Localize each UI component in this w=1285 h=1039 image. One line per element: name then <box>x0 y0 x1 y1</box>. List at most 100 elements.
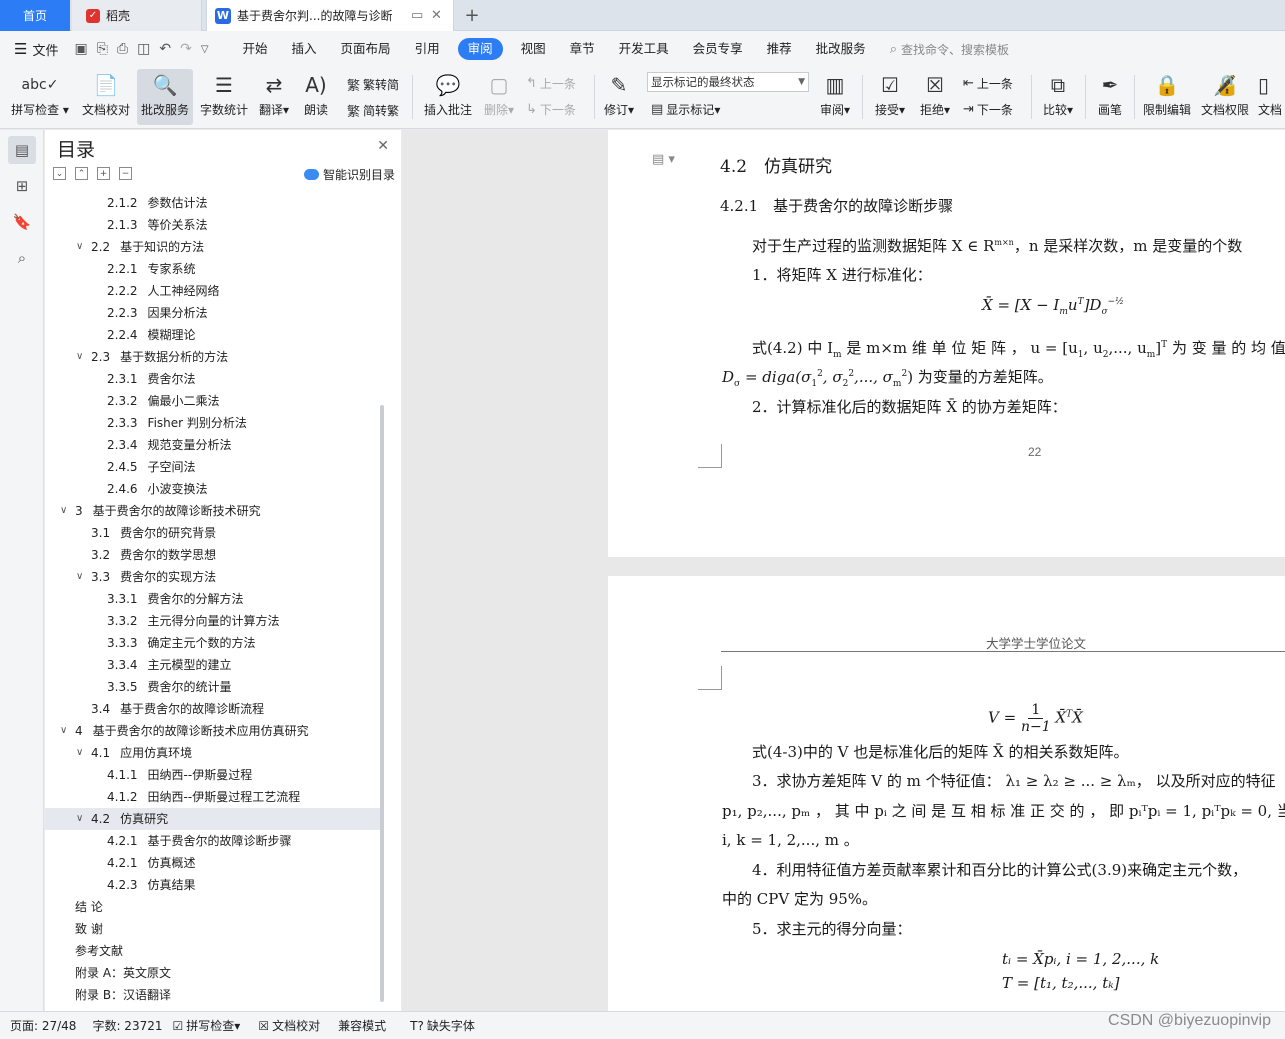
toc-item[interactable]: 2.3.2 偏最小二乘法 <box>45 390 381 412</box>
redo-icon[interactable]: ↷ <box>180 41 192 57</box>
track-changes-button[interactable]: ✎ 修订▾ <box>600 69 638 125</box>
remove-heading-icon[interactable]: − <box>119 167 132 180</box>
toc-item[interactable]: 3.3.4 主元模型的建立 <box>45 654 381 676</box>
chevron-down-icon[interactable]: ∨ <box>76 808 83 830</box>
word-count-button[interactable]: ☰ 字数统计 <box>197 69 251 125</box>
toc-item[interactable]: 2.4.5 子空间法 <box>45 456 381 478</box>
customize-dropdown-icon[interactable]: ▽ <box>201 44 209 55</box>
toc-item[interactable]: ∨ 2.3 基于数据分析的方法 <box>45 346 381 368</box>
toc-item[interactable]: ∨ 3.3 费舍尔的实现方法 <box>45 566 381 588</box>
section-nav-icon[interactable]: ⊞ <box>8 172 36 200</box>
chevron-down-icon[interactable]: ∨ <box>76 346 83 368</box>
tab-view[interactable]: 视图 <box>509 38 558 60</box>
translate-button[interactable]: ⇄ 翻译▾ <box>256 69 292 125</box>
toc-item[interactable]: 4.1.1 田纳西--伊斯曼过程 <box>45 764 381 786</box>
close-icon[interactable]: ✕ <box>377 138 389 154</box>
compat-mode-status[interactable]: 兼容模式 <box>338 1017 386 1034</box>
toc-item[interactable]: 附录 A：英文原文 <box>45 962 381 984</box>
toc-item[interactable]: 3.2 费舍尔的数学思想 <box>45 544 381 566</box>
page-count[interactable]: 页面: 27/48 <box>10 1017 76 1034</box>
print-icon[interactable]: ⎙ <box>117 41 128 57</box>
add-heading-icon[interactable]: + <box>97 167 110 180</box>
tab-page-layout[interactable]: 页面布局 <box>329 38 403 60</box>
toc-item[interactable]: 结 论 <box>45 896 381 918</box>
tab-restore-icon[interactable]: ▭ <box>411 8 423 23</box>
undo-icon[interactable]: ↶ <box>159 41 171 57</box>
toc-item[interactable]: 3.4 基于费舍尔的故障诊断流程 <box>45 698 381 720</box>
collapse-all-icon[interactable]: ⌃ <box>75 167 88 180</box>
missing-font-status[interactable]: T? 缺失字体 <box>410 1017 475 1034</box>
toc-item[interactable]: 3.3.2 主元得分向量的计算方法 <box>45 610 381 632</box>
chevron-down-icon[interactable]: ∨ <box>76 236 83 258</box>
prev-comment-button[interactable]: ↰ 上一条 <box>526 75 576 92</box>
export-pdf-icon[interactable]: ⎘ <box>97 41 108 57</box>
print-preview-icon[interactable]: ◫ <box>137 41 150 57</box>
tab-close-icon[interactable]: ✕ <box>431 8 442 23</box>
toc-item[interactable]: ∨ 4.1 应用仿真环境 <box>45 742 381 764</box>
toc-item[interactable]: 2.2.2 人工神经网络 <box>45 280 381 302</box>
toc-item[interactable]: 2.1.3 等价关系法 <box>45 214 381 236</box>
tab-review[interactable]: 审阅 <box>457 38 503 60</box>
toc-item[interactable]: 2.3.3 Fisher 判别分析法 <box>45 412 381 434</box>
toc-item[interactable]: 2.3.4 规范变量分析法 <box>45 434 381 456</box>
show-markup-button[interactable]: ▤ 显示标记 ▾ <box>651 101 720 118</box>
toc-item[interactable]: 2.2.1 专家系统 <box>45 258 381 280</box>
chevron-down-icon[interactable]: ∨ <box>76 566 83 588</box>
prev-change-button[interactable]: ⇤ 上一条 <box>963 75 1013 92</box>
next-comment-button[interactable]: ↳ 下一条 <box>526 101 576 118</box>
tab-home[interactable]: 首页 <box>0 0 70 31</box>
tab-recommend[interactable]: 推荐 <box>755 38 804 60</box>
toc-item[interactable]: 2.4.6 小波变换法 <box>45 478 381 500</box>
toc-item[interactable]: 4.2.1 仿真概述 <box>45 852 381 874</box>
spell-check-status[interactable]: ☑ 拼写检查 ▾ <box>173 1017 241 1034</box>
markup-state-select[interactable]: 显示标记的最终状态 ▼ <box>647 72 809 92</box>
chevron-down-icon[interactable]: ∨ <box>60 500 67 522</box>
tab-grading-service[interactable]: 批改服务 <box>804 38 878 60</box>
tab-start[interactable]: 开始 <box>231 38 280 60</box>
toc-item[interactable]: ∨ 3 基于费舍尔的故障诊断技术研究 <box>45 500 381 522</box>
simp-to-trad-button[interactable]: 繁简转繁 <box>347 101 399 120</box>
command-search[interactable]: ⌕ 查找命令、搜索模板 <box>890 41 1009 58</box>
toc-item[interactable]: ∨ 4.2 仿真研究 <box>45 808 381 830</box>
paragraph-marker-icon[interactable]: ▤ ▾ <box>652 152 675 167</box>
toc-item[interactable]: 3.3.5 费舍尔的统计量 <box>45 676 381 698</box>
toc-panel-icon[interactable]: ▤ <box>8 136 36 164</box>
file-menu[interactable]: ☰ 文件 <box>14 40 58 59</box>
toc-item[interactable]: 2.3.1 费舍尔法 <box>45 368 381 390</box>
toc-item[interactable]: 附录 B：汉语翻译 <box>45 984 381 1006</box>
restrict-edit-button[interactable]: 🔒 限制编辑 <box>1141 69 1193 125</box>
chevron-down-icon[interactable]: ∨ <box>76 742 83 764</box>
toc-item[interactable]: 2.2.4 模糊理论 <box>45 324 381 346</box>
toc-item[interactable]: 4.2.1 基于费舍尔的故障诊断步骤 <box>45 830 381 852</box>
tab-daoke[interactable]: ✓ 稻壳 <box>72 0 202 31</box>
grading-service-button[interactable]: 🔍 批改服务 <box>137 69 193 125</box>
toc-item[interactable]: 4.2.3 仿真结果 <box>45 874 381 896</box>
save-icon[interactable]: ▣ <box>74 41 87 57</box>
toc-item[interactable]: 3.3.3 确定主元个数的方法 <box>45 632 381 654</box>
tab-sections[interactable]: 章节 <box>558 38 607 60</box>
review-pane-button[interactable]: ▥ 审阅▾ <box>816 69 854 125</box>
delete-comment-button[interactable]: ▢ 删除▾ <box>480 69 518 125</box>
toc-item[interactable]: 致 谢 <box>45 918 381 940</box>
word-count-status[interactable]: 字数: 23721 <box>92 1017 162 1034</box>
toc-item[interactable]: 4.1.2 田纳西--伊斯曼过程工艺流程 <box>45 786 381 808</box>
tab-member[interactable]: 会员专享 <box>681 38 755 60</box>
find-icon[interactable]: ⌕ <box>8 244 36 272</box>
doc-proof-status[interactable]: ☒ 文档校对 <box>258 1017 320 1034</box>
new-tab-button[interactable]: + <box>462 0 482 31</box>
pen-button[interactable]: ✒ 画笔 <box>1092 69 1128 125</box>
trad-to-simp-button[interactable]: 繁繁转简 <box>347 75 399 94</box>
read-aloud-button[interactable]: A) 朗读 <box>300 69 332 125</box>
toc-scrollbar[interactable] <box>380 405 384 1002</box>
chevron-down-icon[interactable]: ∨ <box>60 720 67 742</box>
toc-item[interactable]: 3.3.1 费舍尔的分解方法 <box>45 588 381 610</box>
expand-all-icon[interactable]: ⌄ <box>53 167 66 180</box>
compare-button[interactable]: ⧉ 比较▾ <box>1038 69 1078 125</box>
tab-developer[interactable]: 开发工具 <box>607 38 681 60</box>
doc-proof-button[interactable]: 📄 文档校对 <box>78 69 134 125</box>
toc-item[interactable]: 参考文献 <box>45 940 381 962</box>
reject-change-button[interactable]: ☒ 拒绝▾ <box>915 69 955 125</box>
toc-item[interactable]: ∨ 2.2 基于知识的方法 <box>45 236 381 258</box>
tab-document[interactable]: W 基于费舍尔判...的故障与诊断 ▭ ✕ <box>206 0 454 31</box>
next-change-button[interactable]: ⇥ 下一条 <box>963 101 1013 118</box>
